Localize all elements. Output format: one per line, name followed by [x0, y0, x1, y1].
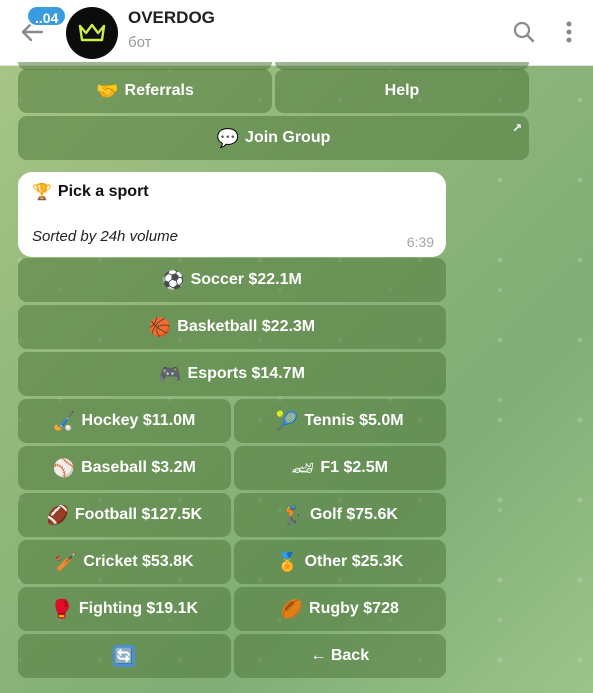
cricket-label: Cricket $53.8K — [83, 553, 194, 570]
esports-button[interactable]: 🎮 Esports $14.7M — [18, 352, 446, 396]
hockey-button[interactable]: 🏑 Hockey $11.0M — [18, 399, 231, 443]
keyboard-row: ⚽ Soccer $22.1M — [18, 258, 446, 302]
keyboard-row: 🏑 Hockey $11.0M 🎾 Tennis $5.0M — [18, 399, 446, 443]
trophy-icon: 🏆 — [32, 184, 52, 201]
fighting-label: Fighting $19.1K — [78, 600, 199, 617]
referrals-label: Referrals — [124, 82, 194, 99]
basketball-label: Basketball $22.3M — [177, 318, 316, 335]
search-icon[interactable] — [512, 20, 536, 44]
chat-title[interactable]: OVERDOG — [128, 8, 215, 28]
refresh-icon: 🔄 — [113, 645, 136, 667]
keyboard-row: 🏈 Football $127.5K 🏌 Golf $75.6K — [18, 493, 446, 537]
back-label: ← Back — [310, 647, 370, 664]
hockey-label: Hockey $11.0M — [81, 412, 196, 429]
message-subtitle: Sorted by 24h volume — [32, 228, 178, 245]
tennis-button[interactable]: 🎾 Tennis $5.0M — [233, 399, 446, 443]
fighting-button[interactable]: 🥊 Fighting $19.1K — [18, 587, 231, 631]
message-title-text: Pick a sport — [57, 183, 149, 200]
join-group-label: Join Group — [245, 129, 331, 146]
golfer-icon: 🏌 — [281, 504, 304, 525]
tennis-ball-icon: 🎾 — [275, 410, 299, 431]
cricket-bat-icon: 🏏 — [54, 551, 78, 572]
message-time: 6:39 — [406, 234, 434, 250]
cricket-button[interactable]: 🏏 Cricket $53.8K — [18, 540, 231, 584]
help-label: Help — [384, 82, 420, 99]
refresh-button[interactable]: 🔄 — [18, 634, 231, 678]
more-menu-icon[interactable] — [560, 19, 578, 45]
football-button[interactable]: 🏈 Football $127.5K — [18, 493, 231, 537]
boxing-glove-icon: 🥊 — [50, 598, 73, 619]
hockey-stick-icon: 🏑 — [53, 410, 76, 431]
avatar[interactable] — [66, 7, 118, 59]
other-label: Other $25.3K — [304, 553, 404, 570]
back-button[interactable]: ← Back — [233, 634, 446, 678]
help-button[interactable]: Help — [275, 69, 529, 113]
golf-button[interactable]: 🏌 Golf $75.6K — [233, 493, 446, 537]
f1-label: F1 $2.5M — [320, 459, 388, 476]
medal-icon: 🏅 — [276, 551, 299, 572]
baseball-icon: ⚾ — [52, 457, 76, 478]
keyboard-row: 🔄 ← Back — [18, 634, 446, 678]
baseball-button[interactable]: ⚾ Baseball $3.2M — [18, 446, 231, 490]
keyboard-row: 🎮 Esports $14.7M — [18, 352, 446, 396]
rugby-ball-icon: 🏉 — [280, 598, 304, 619]
football-label: Football $127.5K — [74, 506, 203, 523]
join-group-button[interactable]: 💬 Join Group ↗ — [18, 116, 529, 160]
top-keyboard-row-2: 🤝 Referrals Help — [18, 69, 529, 113]
other-button[interactable]: 🏅 Other $25.3K — [233, 540, 446, 584]
speech-bubble-icon: 💬 — [216, 127, 240, 148]
keyboard-row: 🥊 Fighting $19.1K 🏉 Rugby $728 — [18, 587, 446, 631]
rugby-button[interactable]: 🏉 Rugby $728 — [233, 587, 446, 631]
soccer-ball-icon: ⚽ — [162, 269, 185, 290]
tennis-label: Tennis $5.0M — [304, 412, 404, 429]
game-controller-icon: 🎮 — [159, 363, 182, 384]
top-keyboard-row-3: 💬 Join Group ↗ — [18, 116, 529, 160]
f1-button[interactable]: 🏎 F1 $2.5M — [233, 446, 446, 490]
crown-icon — [78, 23, 106, 42]
message-title: 🏆 Pick a sport — [32, 182, 149, 202]
referrals-button[interactable]: 🤝 Referrals — [18, 69, 272, 113]
golf-label: Golf $75.6K — [309, 506, 398, 523]
keyboard-row: ⚾ Baseball $3.2M 🏎 F1 $2.5M — [18, 446, 446, 490]
soccer-label: Soccer $22.1M — [190, 271, 302, 288]
handshake-icon: 🤝 — [96, 80, 119, 101]
baseball-label: Baseball $3.2M — [81, 459, 196, 476]
unread-badge: ..04 — [26, 5, 68, 27]
rugby-label: Rugby $728 — [309, 600, 399, 617]
keyboard-row: 🏏 Cricket $53.8K 🏅 Other $25.3K — [18, 540, 446, 584]
race-car-icon: 🏎 — [291, 457, 315, 478]
basketball-icon: 🏀 — [148, 316, 172, 337]
chat-subtitle: бот — [128, 34, 152, 51]
message-bubble: 🏆 Pick a sport Sorted by 24h volume 6:39 — [18, 172, 446, 257]
basketball-button[interactable]: 🏀 Basketball $22.3M — [18, 305, 446, 349]
esports-label: Esports $14.7M — [187, 365, 305, 382]
keyboard-row: 🏀 Basketball $22.3M — [18, 305, 446, 349]
soccer-button[interactable]: ⚽ Soccer $22.1M — [18, 258, 446, 302]
external-link-icon: ↗ — [511, 121, 522, 135]
chat-header: ..04 OVERDOG бот — [0, 0, 593, 66]
american-football-icon: 🏈 — [46, 504, 69, 525]
